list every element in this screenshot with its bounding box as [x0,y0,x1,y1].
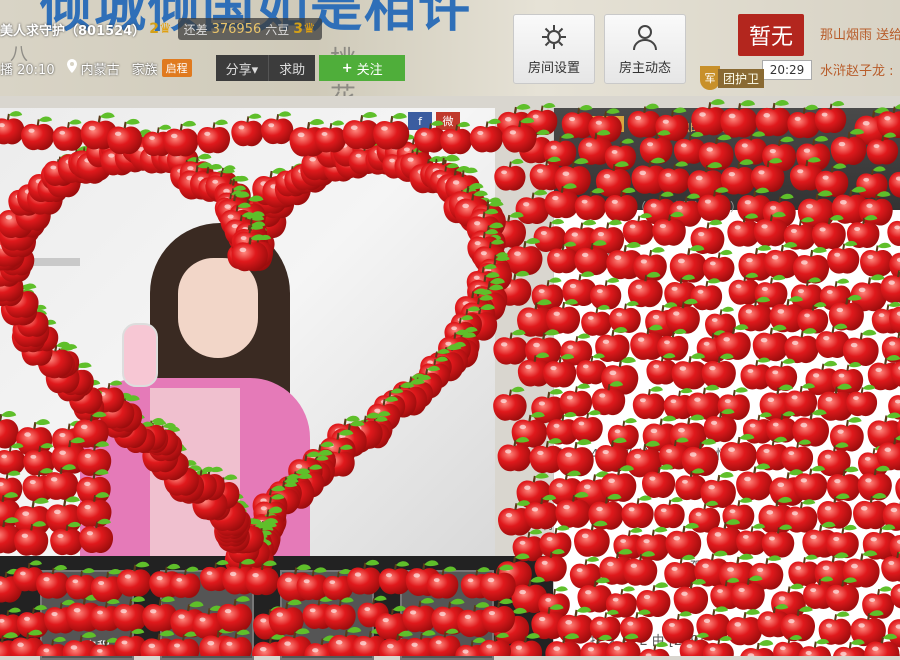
apple-icon [496,499,534,537]
crown-icon: ♛ [159,21,172,37]
song-area: （孤独的自由） （点击这里送礼物） [554,108,900,214]
apple-icon [516,351,553,388]
currency-label: 六豆 [265,22,290,37]
apple-icon [493,157,527,192]
microphone-icon [122,323,158,387]
gap-label: 还差 [183,22,208,37]
apple-icon [515,298,556,338]
streamer-top [150,388,240,556]
level-progress-box: 还差 376956 六豆 3 ♛ [177,18,322,40]
gear-icon [542,24,566,49]
host-activity-label: 房主动态 [618,60,671,76]
apple-icon [495,102,534,142]
apple-icon [489,210,528,250]
room-meta-row: 播 20:10 内蒙古 家族 启程 分享▾ 求助 + 关注 [0,55,406,81]
room-level: 2 [149,21,160,37]
apple-icon [492,385,528,422]
plus-icon: + [341,60,353,76]
share-button[interactable]: 分享▾ [215,55,269,81]
room-info-row: 美人求守护（801524） 2 ♛ 还差 376956 六豆 3 ♛ [0,18,322,40]
guard-badge[interactable]: 军 团护卫 [700,66,765,90]
room-settings-button[interactable]: 房间设置 [513,14,595,84]
gift-feed-item: 那山烟雨 送给 [820,28,900,43]
room-thumbnail[interactable] [400,570,494,660]
apple-icon [496,435,533,473]
user-icon [633,24,657,50]
chat-message: 找 × 抓 E 由 [249] [590,634,704,649]
apple-icon [515,471,553,509]
send-gift-link[interactable]: （点击这里送礼物） [634,198,742,215]
room-thumbnail[interactable] [280,570,374,660]
family-badge-bottom: 启程 [84,640,111,655]
room-settings-label: 房间设置 [527,60,580,76]
apple-icon [504,236,544,277]
family-label: 家族 [131,62,158,78]
share-icons: f 微 [408,112,460,130]
shield-icon: 军 [700,66,720,90]
social-share-icon[interactable]: 微 [436,112,460,130]
chat-message: 孤独的 ...... [690,560,758,575]
location-pin-icon [65,58,79,78]
top-rank-badge: 暂无 [738,14,804,56]
apple-icon [514,188,551,226]
location-text: 内蒙古 [80,62,120,78]
apple-icon [510,410,549,449]
gift-feed-item: 水浒赵子龙 : [820,64,894,79]
guard-label: 团护卫 [718,68,765,88]
next-level: 3 [293,21,304,37]
help-button[interactable]: 求助 [268,55,316,81]
social-share-icon[interactable]: f [408,112,432,130]
follow-label: 关注 [356,62,383,78]
apple-icon [517,128,553,165]
live-video[interactable]: f 微 [0,108,495,556]
room-thumbnail[interactable] [160,570,254,660]
room-name: 美人求守护（801524） [0,23,146,39]
streamer-face [178,258,258,358]
song-title: （孤独的自由） [654,120,739,134]
room-header: 倾城倾国如是相许 桃花 八 美人求守护（801524） 2 ♛ 还差 37695… [0,0,900,96]
chat-message: T 苏果 34：愿你被温暖，被热情 [540,448,729,463]
host-activity-button[interactable]: 房主动态 [604,14,686,84]
apple-icon [495,269,533,307]
apple-icon [492,328,529,366]
crown-icon: ♛ [303,21,316,37]
chat-message: 吧 [600,594,614,609]
apple-icon [501,116,538,154]
feed-time: 20:29 [762,60,812,80]
background-shelf [0,258,80,266]
gap-value: 376956 [211,21,262,37]
live-time: 播 20:10 [0,62,55,78]
room-notice: 房间公告： [553,244,619,259]
follow-button[interactable]: + 关注 [319,55,406,81]
recommended-rooms [0,556,553,660]
chat-message: 啊 [540,518,554,533]
family-badge[interactable]: 启程 [161,59,192,77]
vip-tag [564,116,624,132]
